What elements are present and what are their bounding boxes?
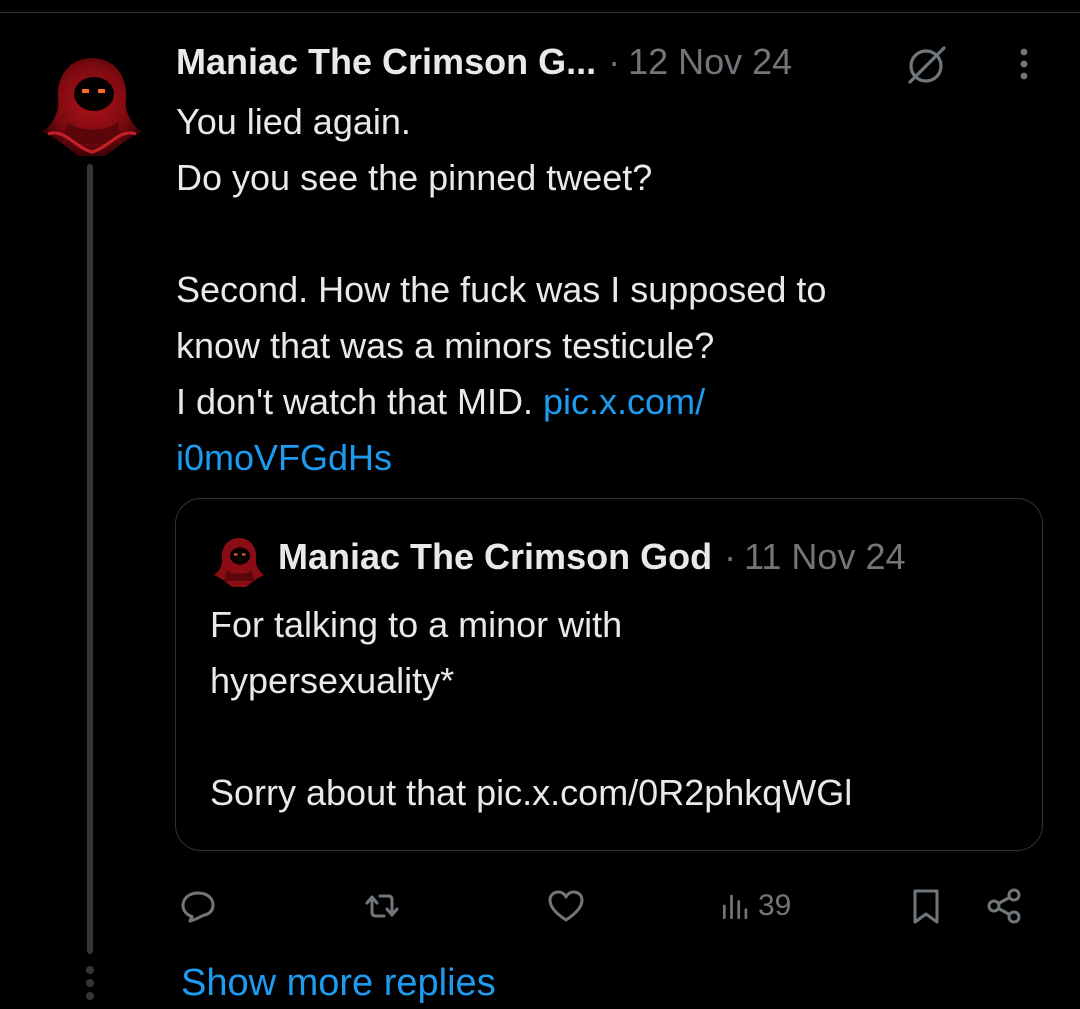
- tweet-line-text: I don't watch that MID.: [176, 381, 544, 422]
- tweet-header: Maniac The Crimson G... · 12 Nov 24: [176, 38, 792, 86]
- crimson-hooded-figure-icon: [214, 538, 264, 587]
- header-separator: ·: [608, 41, 621, 82]
- thread-more-dots-icon[interactable]: [84, 966, 96, 1002]
- views-icon: [722, 894, 748, 920]
- reply-button[interactable]: [178, 882, 218, 930]
- quoted-line: For talking to a minor with: [210, 604, 623, 645]
- more-options-icon[interactable]: [1006, 42, 1042, 86]
- quoted-author-avatar: [212, 535, 266, 589]
- share-button[interactable]: [984, 882, 1024, 930]
- tweet-line: i0moVFGdHs: [176, 430, 1026, 486]
- tweet-line-with-link: I don't watch that MID. pic.x.com/: [176, 374, 1026, 430]
- tweet-line: know that was a minors testicule?: [176, 325, 715, 366]
- crimson-hooded-figure-icon: [42, 58, 142, 156]
- quoted-line: Sorry about that pic.x.com/0R2phkqWGl: [210, 772, 853, 813]
- bookmark-button[interactable]: [906, 882, 946, 930]
- quoted-line: hypersexuality*: [210, 660, 455, 701]
- show-more-replies-link[interactable]: Show more replies: [181, 962, 496, 1005]
- tweet-line: Second. How the fuck was I supposed to: [176, 269, 827, 310]
- tweet-timestamp[interactable]: 12 Nov 24: [628, 41, 792, 83]
- bookmark-icon: [913, 889, 939, 924]
- like-button[interactable]: [546, 882, 586, 930]
- author-avatar[interactable]: [38, 52, 146, 160]
- views-count: 39: [758, 889, 792, 922]
- share-icon: [987, 888, 1021, 924]
- tweet-line: You lied again.: [176, 101, 411, 142]
- tweet-line: Do you see the pinned tweet?: [176, 157, 653, 198]
- top-divider: [0, 12, 1080, 13]
- media-link-continued[interactable]: i0moVFGdHs: [176, 437, 392, 478]
- author-name[interactable]: Maniac The Crimson G...: [176, 41, 596, 83]
- quoted-timestamp: 11 Nov 24: [744, 536, 906, 577]
- reply-icon: [181, 891, 215, 923]
- quoted-author-name: Maniac The Crimson God: [278, 536, 713, 577]
- quoted-header-separator: ·: [724, 536, 737, 577]
- quoted-tweet-text: For talking to a minor with hypersexuali…: [210, 597, 1030, 821]
- quoted-blank-line: [210, 709, 1030, 765]
- retweet-button[interactable]: [362, 882, 402, 930]
- retweet-icon: [365, 894, 399, 918]
- media-link[interactable]: pic.x.com/: [543, 381, 705, 422]
- thread-line: [87, 164, 93, 954]
- quoted-tweet-header: Maniac The Crimson God · 11 Nov 24: [278, 533, 906, 581]
- heart-icon: [548, 890, 584, 922]
- tweet-text: You lied again. Do you see the pinned tw…: [176, 94, 1026, 486]
- views-button[interactable]: 39: [718, 882, 791, 930]
- edited-icon[interactable]: [902, 40, 950, 88]
- quoted-tweet-card[interactable]: Maniac The Crimson God · 11 Nov 24 For t…: [175, 498, 1043, 851]
